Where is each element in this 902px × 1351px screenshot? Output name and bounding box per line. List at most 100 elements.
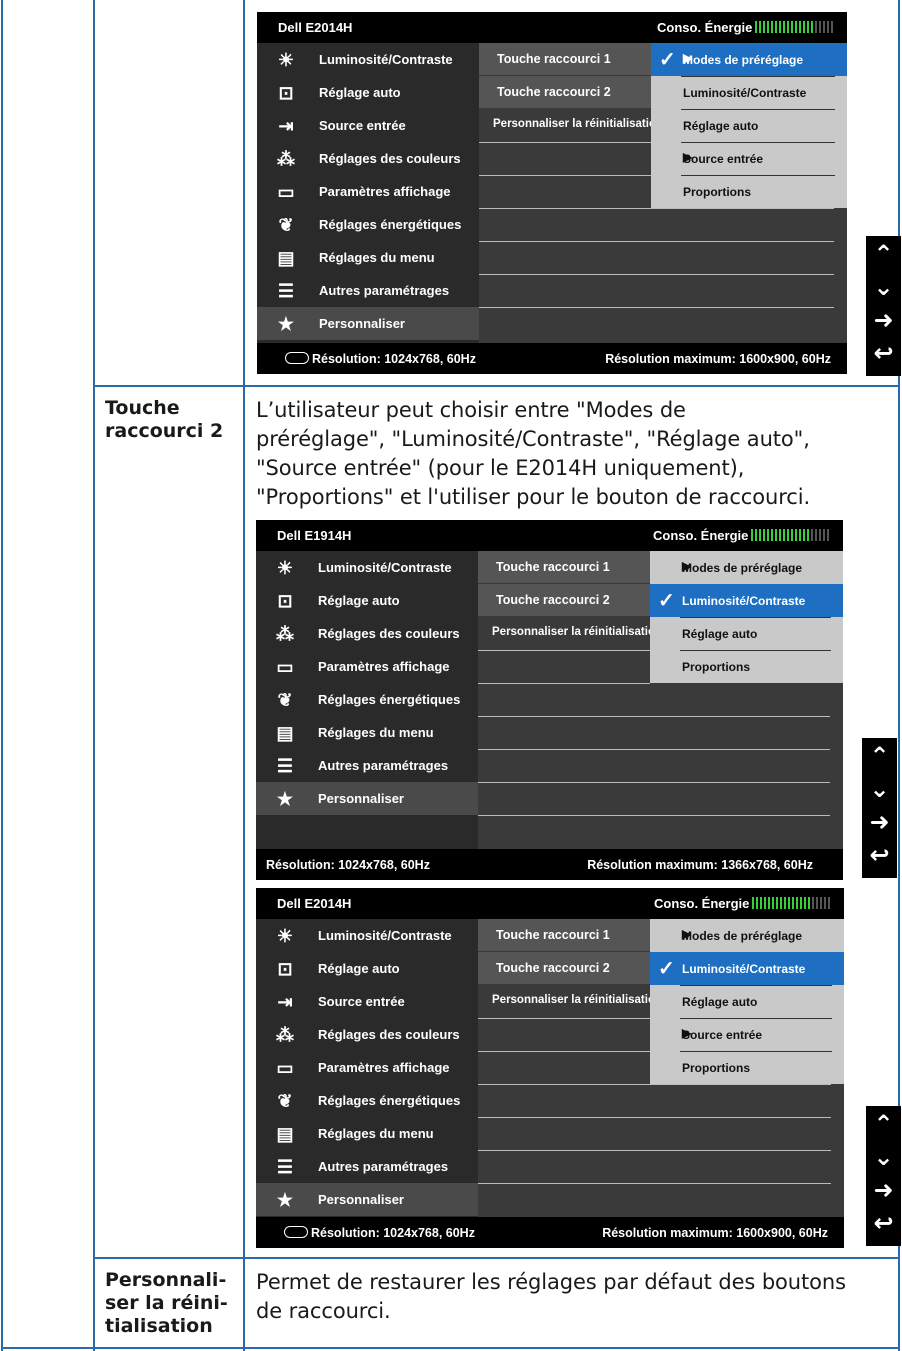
menu-item-label: Autres paramétrages [318,758,449,773]
brightness-icon: ☀ [277,50,295,70]
submenu-item: Personnaliser la réinitialisation [479,109,663,141]
menu-item-label: Réglages du menu [319,250,435,265]
menu-icon: ▤ [276,723,294,743]
submenu-item: Touche raccourci 2 [478,952,650,984]
para-line: préréglage", "Luminosité/Contraste", "Ré… [256,427,810,451]
divider [478,1018,650,1019]
shortcut-option: Réglage auto [650,617,843,650]
menu-item: ▤ Réglages du menu [256,716,478,749]
star-icon: ★ [276,1190,294,1210]
shortcut-option: Luminosité/Contraste [651,76,847,109]
menu-item: ▭ Paramètres affichage [257,175,479,208]
shortcut-option: Proportions [650,1051,844,1084]
menu-icon: ▤ [276,1124,294,1144]
menu-item-label: Réglage auto [318,961,400,976]
input-source-icon: ⇥ [277,992,293,1012]
menu-item-label: Réglages énergétiques [318,692,461,707]
divider [681,142,835,143]
checkmark-icon: ✓ [659,49,676,71]
menu-item: ☰ Autres paramétrages [256,1150,478,1183]
menu-item-label: Source entrée [319,118,406,133]
label-line: Touche [105,397,180,419]
divider [478,1084,831,1085]
menu-item-label: Réglage auto [319,85,401,100]
color-icon: ⁂ [276,624,294,644]
osd-energy-label: Conso. Énergie [654,896,750,911]
osd-screenshot-e1914h: Dell E1914H Conso. Énergie ☀ Luminosité/Con… [256,520,843,880]
shortcut-option-label: Proportions [682,1061,750,1075]
color-icon: ⁂ [276,1025,294,1045]
shortcut-option-label: Réglage auto [682,627,758,641]
divider [680,1051,832,1052]
menu-item: ❦ Réglages énergétiques [256,683,478,716]
shortcut-option: Réglage auto [650,985,844,1018]
label-line: Personnali- [105,1269,227,1291]
row-label-touche-raccourci-2: Touche raccourci 2 [105,397,223,443]
energy-leaf-icon: ❦ [277,690,293,710]
divider [478,1051,650,1052]
menu-item: ⁂ Réglages des couleurs [256,1018,478,1051]
menu-item-label: Réglages des couleurs [319,151,461,166]
menu-item-label: Réglages des couleurs [318,1027,460,1042]
energy-leaf-icon: ❦ [278,215,294,235]
divider [478,749,830,750]
menu-item: ⇥ Source entrée [256,985,478,1018]
label-line: tialisation [105,1315,213,1337]
monitor-buttons: ⌃ ⌄ ➜ ↩ [862,738,897,878]
menu-item: ▤ Réglages du menu [256,1117,478,1150]
divider [681,175,835,176]
menu-item: ⊡ Réglage auto [257,76,479,109]
shortcut-option-label: Réglage auto [683,119,759,133]
osd-energy-label: Conso. Énergie [653,528,749,543]
label-line: ser la réini- [105,1292,228,1314]
shortcut-options: ✓ Modes de préréglage ▶ Luminosité/Contrast… [651,43,847,208]
menu-item-label: Luminosité/Contraste [318,560,452,575]
osd-screenshot-e2014h-bottom: Dell E2014H Conso. Énergie ☀ Luminosité/Con… [256,888,844,1248]
para-line: "Proportions" et l'utiliser pour le bout… [256,485,811,509]
up-arrow-icon: ⌃ [873,240,894,268]
divider [680,617,831,618]
osd-footer: Résolution: 1024x768, 60Hz Résolution max… [257,343,847,374]
description-personnaliser-reinit: Permet de restaurer les réglages par déf… [256,1268,846,1326]
max-resolution: Résolution maximum: 1366x768, 60Hz [587,858,813,872]
right-arrow-icon: ➜ [869,808,890,836]
back-icon: ↩ [873,1209,894,1237]
shortcut-option: Source entrée ▶ [651,142,847,175]
shortcut-option-label: Proportions [682,660,750,674]
other-settings-icon: ☰ [276,756,294,776]
menu-item: ❦ Réglages énergétiques [256,1084,478,1117]
submenu-label: Touche raccourci 1 [497,52,611,66]
osd-model-name: Dell E2014H [278,20,353,35]
osd-footer: Résolution: 1024x768, 60Hz Résolution max… [256,1217,844,1248]
menu-item-label: Réglages du menu [318,1126,434,1141]
submenu-item: Personnaliser la réinitialisation [478,985,662,1017]
right-arrow-icon: ➜ [873,1176,894,1204]
divider [681,76,835,77]
para-line: L’utilisateur peut choisir entre "Modes … [256,398,686,422]
shortcut-option: ✓ Luminosité/Contraste [650,584,843,617]
auto-adjust-icon: ⊡ [277,591,293,611]
row-label-personnaliser-reinit: Personnali- ser la réini- tialisation [105,1269,228,1338]
shortcut-option: Proportions [650,650,843,683]
submenu-label: Personnaliser la réinitialisation [493,118,664,130]
auto-adjust-icon: ⊡ [278,83,294,103]
menu-item: ▭ Paramètres affichage [256,650,478,683]
divider [681,109,835,110]
menu-item: ☀ Luminosité/Contraste [256,551,478,584]
shortcut-option: Proportions [651,175,847,208]
other-settings-icon: ☰ [276,1157,294,1177]
para-line: "Source entrée" (pour le E2014H uniqueme… [256,456,745,480]
osd-header: Dell E2014H Conso. Énergie [257,12,847,43]
menu-item-label: Réglage auto [318,593,400,608]
arrow-right-icon: ▶ [683,51,693,65]
checkmark-icon: ✓ [658,958,675,980]
menu-item: ☀ Luminosité/Contraste [257,43,479,76]
divider [479,241,834,242]
right-arrow-icon: ➜ [873,306,894,334]
display-icon: ▭ [276,1058,294,1078]
divider [478,683,650,684]
down-arrow-icon: ⌄ [869,775,890,803]
menu-item-label: Luminosité/Contraste [318,928,452,943]
table-bottom [1,1347,900,1349]
osd-main-menu: ☀ Luminosité/Contraste ⊡ Réglage auto ⇥ Sourc… [256,919,478,1217]
